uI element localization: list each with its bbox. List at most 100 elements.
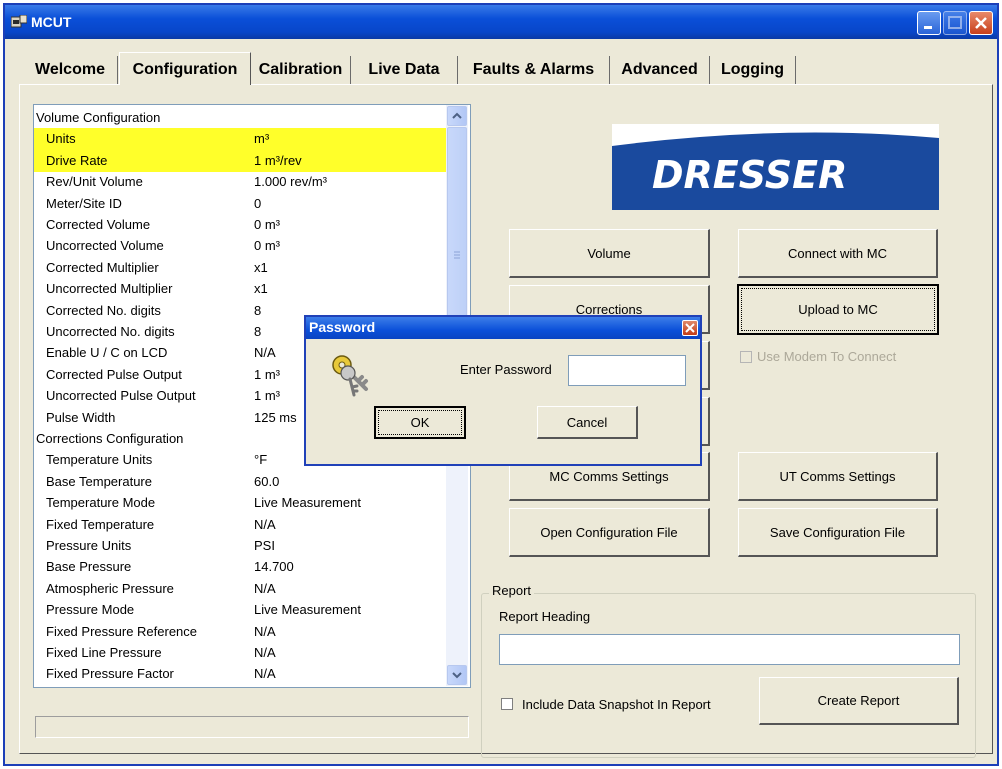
volume-button[interactable]: Volume (509, 229, 710, 278)
close-button[interactable] (969, 11, 993, 35)
list-section-header[interactable]: Volume Configuration (34, 107, 446, 129)
list-item[interactable]: Temperature Mode Live Measurement (34, 492, 446, 514)
list-item[interactable]: Fixed Line Pressure N/A (34, 642, 446, 664)
list-item-key: Units (46, 131, 76, 147)
list-item-key: Base Temperature (46, 473, 152, 489)
list-item-key: Uncorrected Volume (46, 238, 164, 254)
list-item[interactable]: Corrected Multiplier x1 (34, 257, 446, 279)
scroll-up-button[interactable] (447, 106, 467, 126)
list-item-value: 1 m³/rev (254, 152, 302, 168)
ut-comms-settings-button[interactable]: UT Comms Settings (738, 452, 938, 501)
save-configuration-button[interactable]: Save Configuration File (738, 508, 938, 557)
list-item-key: Base Pressure (46, 559, 132, 575)
list-item-key: Pulse Width (46, 409, 116, 425)
minimize-button[interactable] (917, 11, 941, 35)
list-item[interactable]: Fixed Pressure Reference N/A (34, 621, 446, 643)
tab-live-data[interactable]: Live Data (351, 56, 458, 84)
tab-logging[interactable]: Logging (710, 56, 796, 84)
list-item-value: N/A (254, 516, 276, 532)
list-item-key: Uncorrected Multiplier (46, 281, 173, 297)
list-item-value: 1 m³ (254, 366, 280, 382)
list-item-value: °F (254, 452, 268, 468)
list-item-value: N/A (254, 645, 276, 660)
snapshot-label[interactable]: Include Data Snapshot In Report (522, 697, 711, 712)
list-item-key: Fixed Pressure Factor (46, 666, 174, 682)
list-item-value: 60.0 (254, 473, 280, 489)
list-item-key: Fixed Pressure Reference (46, 623, 198, 639)
list-item-value: m³ (254, 131, 270, 147)
password-dialog: Password Enter Password OK Cancel (304, 315, 702, 466)
volume-button-label: Volume (587, 246, 631, 261)
list-item-key: Corrections Configuration (36, 431, 184, 446)
list-item[interactable]: Fixed Temperature N/A (34, 514, 446, 536)
list-item[interactable]: Uncorrected Volume 0 m³ (34, 235, 446, 257)
connect-mc-button[interactable]: Connect with MC (738, 229, 938, 278)
keys-icon (332, 355, 368, 397)
list-item[interactable]: Atmospheric Pressure N/A (34, 578, 446, 600)
list-item[interactable]: Pressure Units PSI (34, 535, 446, 557)
cancel-button[interactable]: Cancel (537, 406, 638, 439)
tab-advanced[interactable]: Advanced (610, 56, 710, 84)
list-item[interactable]: Pressure Mode Live Measurement (34, 599, 446, 621)
report-heading-label: Report Heading (499, 609, 591, 624)
list-item-key: Enable U / C on LCD (46, 345, 168, 361)
list-item-key: Drive Rate (46, 152, 108, 168)
list-item[interactable]: Units m³ (34, 128, 446, 151)
open-configuration-button[interactable]: Open Configuration File (509, 508, 710, 557)
list-item[interactable]: Drive Rate 1 m³/rev (34, 149, 446, 172)
list-item-key: Corrected No. digits (46, 302, 161, 318)
list-item-value: 0 m³ (254, 238, 280, 254)
list-item-key: Meter/Site ID (46, 195, 122, 211)
password-dialog-title: Password (309, 319, 376, 335)
list-item-key: Corrected Pulse Output (46, 366, 182, 382)
list-item[interactable]: Fixed Pressure Factor N/A (34, 663, 446, 685)
scroll-down-button[interactable] (447, 665, 467, 685)
list-item-value: Live Measurement (254, 602, 361, 618)
tab-faults-alarms[interactable]: Faults & Alarms (458, 56, 610, 84)
list-item[interactable]: Uncorrected Multiplier x1 (34, 278, 446, 300)
dresser-logo: DRESSER (612, 124, 939, 210)
snapshot-checkbox[interactable] (501, 698, 513, 710)
list-item-key: Pressure Units (46, 538, 132, 553)
list-item[interactable]: Base Pressure 14.700 (34, 556, 446, 578)
list-item-value: 8 (254, 302, 262, 318)
connect-mc-label: Connect with MC (788, 246, 887, 261)
list-item-value: 125 ms (254, 409, 297, 425)
list-item-key: Uncorrected No. digits (46, 324, 175, 339)
create-report-label: Create Report (817, 693, 900, 708)
ok-label: OK (378, 410, 462, 435)
tab-welcome[interactable]: Welcome (23, 56, 118, 84)
list-item-key: Fixed Line Pressure (46, 645, 162, 660)
list-item-value: x1 (254, 259, 268, 275)
list-item-key: Fixed Temperature (46, 516, 155, 532)
list-item-value: 1.000 rev/m³ (254, 174, 327, 190)
list-item-value: 14.700 (254, 559, 294, 575)
list-item-value: 0 m³ (254, 217, 280, 232)
password-input[interactable] (568, 355, 686, 386)
list-item-key: Corrected Multiplier (46, 259, 159, 275)
enter-password-label: Enter Password (460, 362, 552, 377)
ok-button[interactable]: OK (374, 406, 466, 439)
report-heading-input[interactable] (499, 634, 960, 665)
list-item-key: Pressure Mode (46, 602, 135, 618)
logo-text: DRESSER (652, 153, 847, 197)
upload-mc-label: Upload to MC (741, 288, 935, 331)
tab-configuration[interactable]: Configuration (119, 52, 251, 85)
close-icon[interactable] (682, 320, 698, 336)
use-modem-checkbox (740, 351, 752, 363)
list-item[interactable]: Meter/Site ID 0 (34, 193, 446, 215)
upload-mc-button[interactable]: Upload to MC (737, 284, 939, 335)
password-dialog-titlebar[interactable]: Password (306, 317, 700, 339)
open-config-label: Open Configuration File (540, 525, 678, 540)
tab-calibration[interactable]: Calibration (251, 56, 351, 84)
list-item-key: Atmospheric Pressure (46, 580, 174, 596)
title-bar[interactable]: MCUT (5, 5, 997, 39)
list-item[interactable]: Corrected Volume 0 m³ (34, 214, 446, 236)
list-item-value: 1 m³ (254, 388, 280, 404)
list-item[interactable]: Rev/Unit Volume 1.000 rev/m³ (34, 171, 446, 193)
list-item-value: N/A (254, 666, 276, 682)
report-legend: Report (489, 583, 535, 598)
create-report-button[interactable]: Create Report (759, 677, 959, 725)
list-item[interactable]: Base Temperature 60.0 (34, 471, 446, 493)
list-item-value: x1 (254, 281, 268, 297)
